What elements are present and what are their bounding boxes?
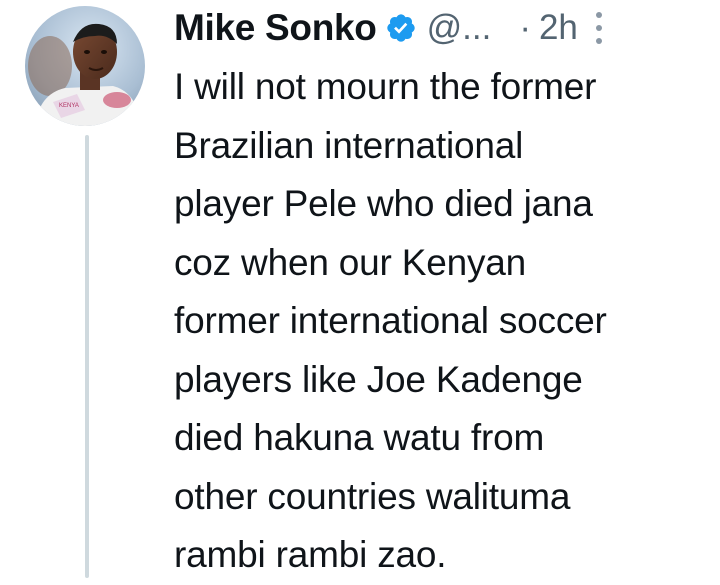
more-dot: [595, 25, 602, 31]
separator-dot: ·: [519, 8, 531, 47]
author-handle[interactable]: @...: [427, 8, 492, 48]
profile-photo-icon: KENYA: [25, 6, 145, 126]
avatar[interactable]: KENYA: [25, 6, 145, 126]
tweet-header: Mike Sonko @... · 2h: [174, 4, 714, 52]
tweet-text: I will not mourn the former Brazilian in…: [174, 66, 607, 575]
more-dot: [595, 12, 602, 18]
author-name[interactable]: Mike Sonko: [174, 7, 377, 49]
thread-line: [85, 135, 89, 578]
svg-text:KENYA: KENYA: [59, 103, 79, 109]
verified-badge-icon: [385, 12, 417, 44]
tweet-timestamp[interactable]: 2h: [539, 8, 578, 48]
more-options-icon[interactable]: [595, 12, 603, 44]
more-dot: [595, 38, 602, 44]
